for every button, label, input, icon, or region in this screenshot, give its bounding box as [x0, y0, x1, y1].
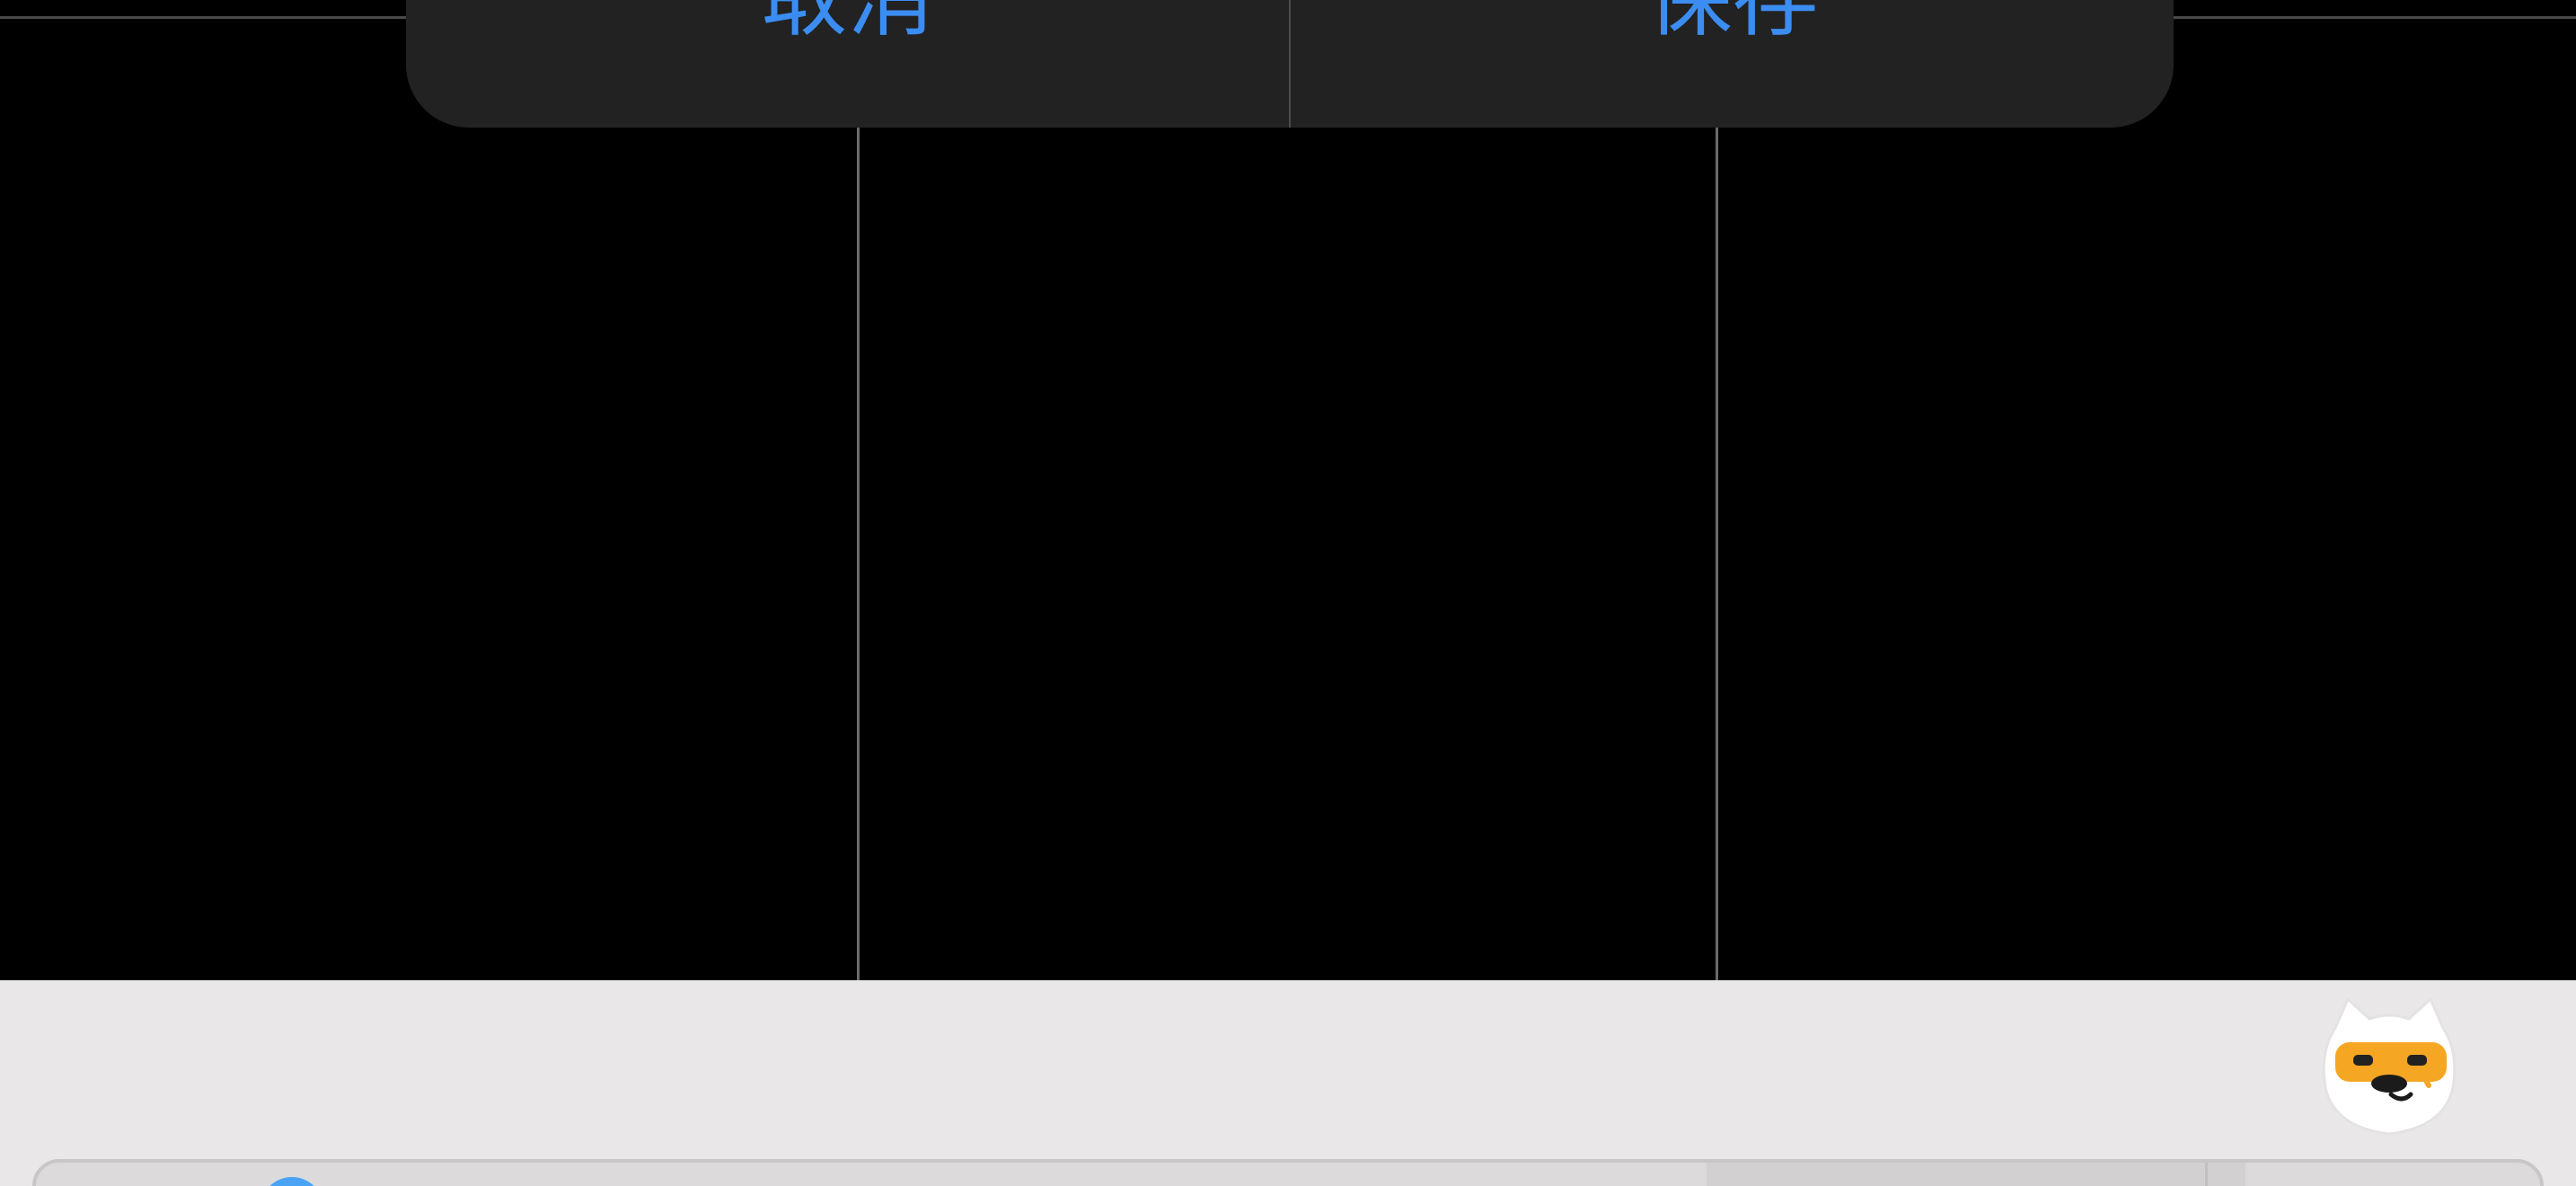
cancel-button[interactable]: 取消 — [406, 0, 1289, 128]
mascot-assistant-icon[interactable] — [2317, 992, 2461, 1143]
blue-dot-indicator[interactable] — [260, 1177, 323, 1186]
cancel-button-label: 取消 — [762, 0, 934, 41]
bottom-toolbar — [32, 1159, 2544, 1186]
save-button[interactable]: 保存 — [1291, 0, 2174, 128]
screen: 取消 保存 — [0, 0, 2576, 1186]
toolbar-segment — [1707, 1163, 2245, 1186]
camera-viewport[interactable] — [0, 0, 2576, 980]
action-sheet: 取消 保存 — [406, 0, 2174, 128]
bottom-panel — [0, 980, 2576, 1186]
toolbar-divider — [2205, 1163, 2208, 1186]
mascot-icon-graphic — [2322, 996, 2457, 1136]
grid-line-vertical-right — [1716, 0, 1718, 980]
save-button-label: 保存 — [1646, 0, 1819, 41]
grid-line-vertical-left — [857, 0, 860, 980]
